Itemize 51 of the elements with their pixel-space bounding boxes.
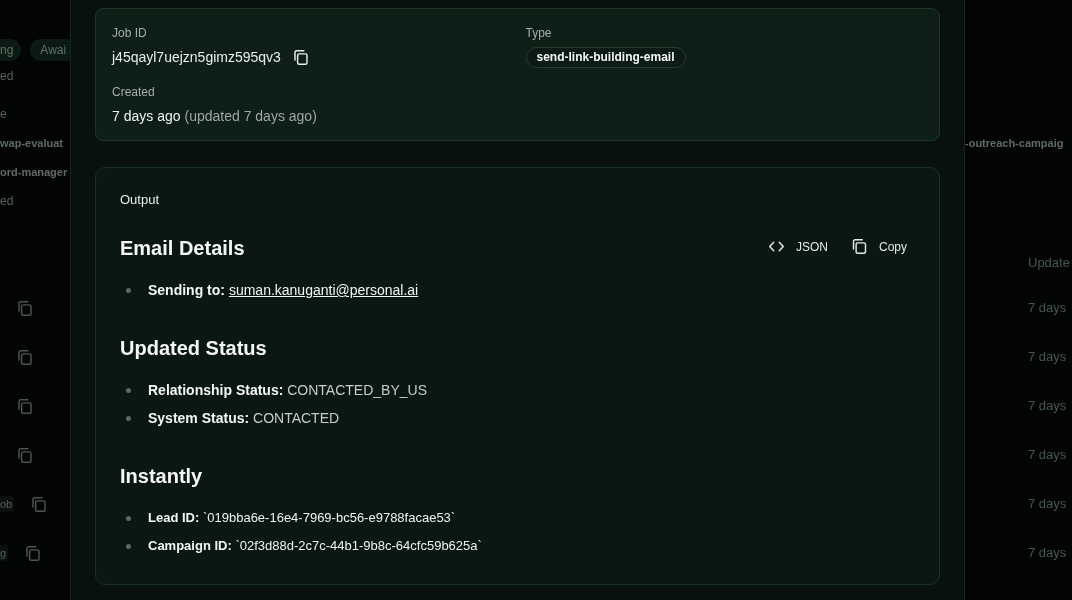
type-tag: send-link-building-email (525, 46, 686, 68)
column-header: Update (1028, 254, 1070, 272)
card-title-text: wap-evaluat (0, 136, 63, 151)
list-item-text: Campaign ID: `02f3d88d-2c7c-44b1-9b8c-64cfc59b625a` (148, 537, 482, 555)
field-label: Type (525, 26, 552, 40)
id-text: ob (0, 496, 15, 512)
output-label: Output (120, 192, 160, 208)
section-heading: Instantly (120, 464, 203, 489)
field-label: Created (112, 85, 155, 99)
card-meta-text: ed (0, 68, 14, 85)
section-heading: Updated Status (120, 336, 267, 361)
copy-icon[interactable] (18, 447, 32, 463)
bullet-icon (126, 415, 131, 421)
card-title-text: ord-manager (0, 165, 68, 180)
list-item-text: Lead ID: `019bba6e-16e4-7969-bc56-e9788facae53` (148, 509, 456, 527)
copy-icon (852, 239, 867, 254)
created-text: 7 days ago (112, 108, 181, 124)
filter-chip[interactable]: ng (0, 39, 22, 61)
filter-chip[interactable]: Awai (30, 39, 70, 61)
copy-icon[interactable] (18, 349, 32, 365)
bullet-icon (126, 515, 131, 521)
updated-time-text: 7 days (1028, 397, 1067, 415)
card-meta-text: e (0, 106, 7, 123)
job-id-text: j45qayl7uejzn5gimz595qv3 (112, 49, 281, 65)
copy-icon[interactable] (26, 545, 41, 561)
field-label: Job ID (112, 26, 147, 40)
section-heading: Email Details (120, 236, 245, 261)
copy-icon[interactable] (18, 300, 32, 316)
card-title-text: -outreach-campaig (965, 136, 1064, 151)
json-button[interactable]: JSON (760, 233, 836, 260)
copy-icon[interactable] (32, 496, 47, 512)
code-icon (768, 239, 784, 254)
updated-time-text: 7 days (1028, 446, 1067, 464)
copy-icon (293, 49, 308, 65)
bullet-icon (126, 287, 131, 293)
updated-time-text: 7 days (1028, 495, 1067, 513)
copy-button[interactable]: Copy (844, 233, 915, 260)
updated-time-text: 7 days (1028, 299, 1067, 317)
copy-button[interactable] (291, 47, 310, 67)
bullet-icon (126, 387, 131, 393)
list-item-text: System Status: CONTACTED (148, 409, 340, 428)
bullet-icon (126, 543, 131, 549)
updated-time-text: 7 days (1028, 544, 1067, 562)
list-item-text: Sending to: suman.kanuganti@personal.ai (148, 281, 419, 300)
list-item-text: Relationship Status: CONTACTED_BY_US (148, 381, 428, 400)
id-text: g (0, 545, 9, 561)
copy-icon[interactable] (18, 398, 32, 414)
updated-time-text: 7 days (1028, 348, 1067, 366)
card-meta-text: ed (0, 193, 14, 210)
updated-text: (updated 7 days ago) (184, 108, 317, 124)
email-link[interactable]: suman.kanuganti@personal.ai (228, 282, 419, 298)
